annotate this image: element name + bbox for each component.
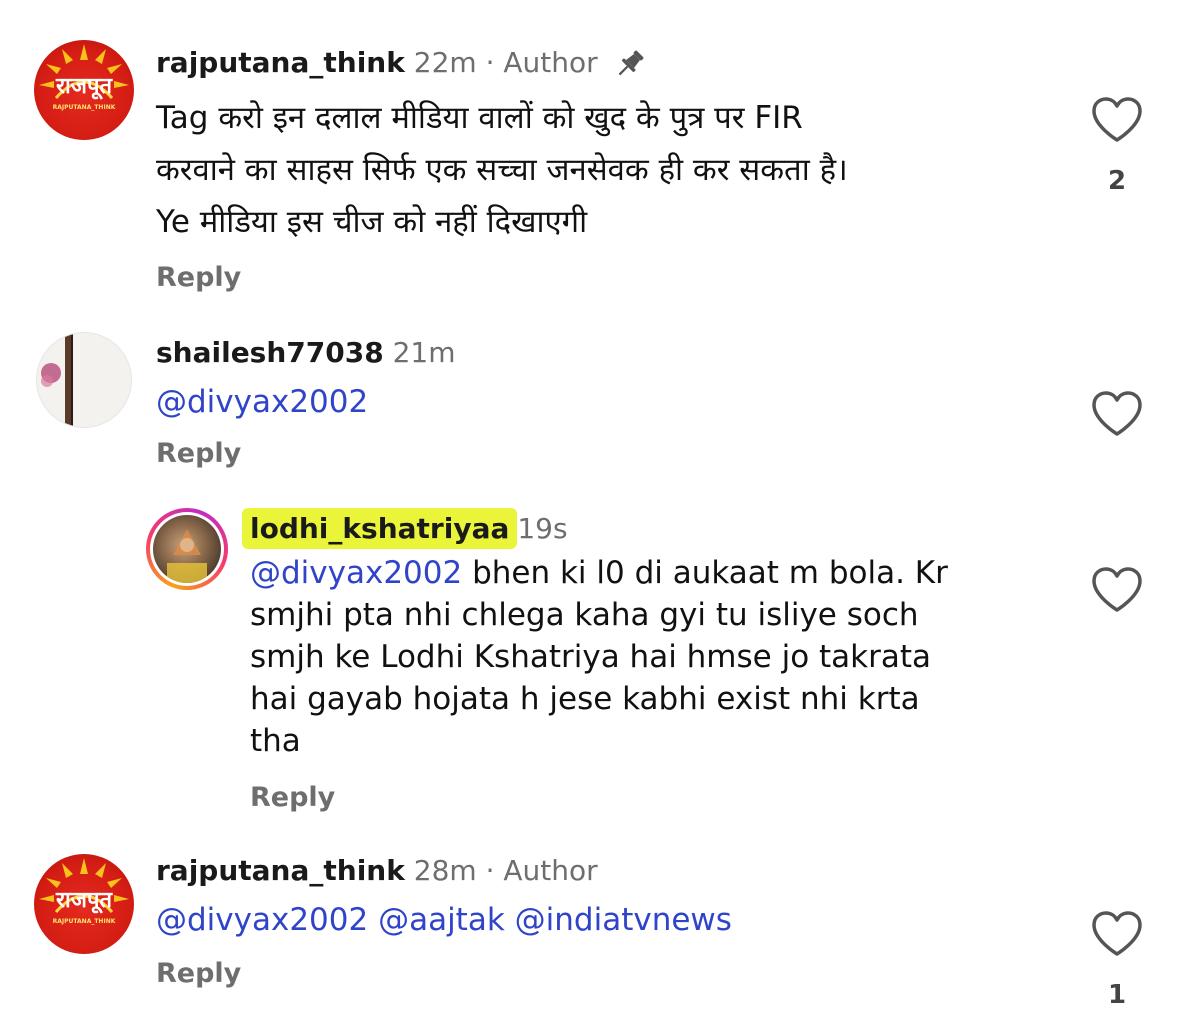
reply-button[interactable]: Reply	[156, 958, 241, 989]
comment-line: करवाने का साहस सिर्फ एक सच्चा जनसेवक ही …	[156, 152, 848, 188]
like-count: 1	[1107, 980, 1127, 1010]
avatar[interactable]: राजपूत RAJPUTANA_THINK	[34, 854, 134, 954]
like-count: 2	[1107, 166, 1127, 196]
heart-icon[interactable]	[1090, 910, 1144, 958]
comment-meta: rajputana_think 22m · Author	[156, 46, 647, 81]
mention-link[interactable]: @indiatvnews	[515, 902, 732, 938]
timestamp: 19s	[517, 512, 568, 545]
comment-line: smjh ke Lodhi Kshatriya hai hmse jo takr…	[250, 639, 932, 675]
comment-text: @divyax2002	[156, 376, 368, 428]
mention-link[interactable]: @divyax2002	[250, 555, 462, 591]
comment-shailesh: shailesh77038 21m @divyax2002 Reply	[0, 310, 1200, 490]
pin-icon	[618, 50, 644, 76]
comment-rajputana-1: राजपूत RAJPUTANA_THINK rajputana_think 2…	[0, 0, 1200, 310]
separator: ·	[485, 46, 495, 79]
brand-title: राजपूत	[55, 887, 113, 913]
comment-line: Ye मीडिया इस चीज को नहीं दिखाएगी	[156, 204, 588, 240]
mention-link[interactable]: @divyax2002	[156, 902, 368, 938]
comment-line: @divyax2002 bhen ki l0 di aukaat m bola.…	[250, 555, 948, 591]
avatar[interactable]	[36, 332, 132, 428]
author-badge: Author	[503, 46, 598, 79]
comment-text: @divyax2002 @aajtak @indiatvnews	[156, 894, 732, 946]
author-badge: Author	[503, 854, 598, 887]
brand-title: राजपूत	[55, 73, 113, 99]
avatar[interactable]	[146, 508, 228, 590]
comment-line: smjhi pta nhi chlega kaha gyi tu isliye …	[250, 597, 919, 633]
username[interactable]: lodhi_kshatriyaa	[242, 508, 518, 549]
heart-icon[interactable]	[1090, 96, 1144, 144]
separator: ·	[485, 854, 495, 887]
comment-meta: rajputana_think 28m · Author	[156, 854, 598, 888]
comment-rajputana-2: राजपूत RAJPUTANA_THINK rajputana_think 2…	[0, 840, 1200, 1020]
username[interactable]: rajputana_think	[156, 854, 405, 887]
comment-meta: shailesh77038 21m	[156, 336, 456, 370]
comment-line: Tag करो इन दलाल मीडिया वालों को खुद के प…	[156, 100, 803, 136]
comment-meta: lodhi_kshatriyaa 19s	[242, 508, 568, 549]
avatar-photo	[41, 333, 73, 427]
mention-link[interactable]: @divyax2002	[156, 384, 368, 420]
avatar[interactable]: राजपूत RAJPUTANA_THINK	[34, 40, 134, 140]
avatar-photo	[153, 515, 221, 583]
reply-button[interactable]: Reply	[250, 782, 335, 813]
heart-icon[interactable]	[1090, 566, 1144, 614]
comment-line: hai gayab hojata h jese kabhi exist nhi …	[250, 681, 920, 717]
username[interactable]: shailesh77038	[156, 336, 384, 369]
mention-link[interactable]: @aajtak	[378, 902, 505, 938]
brand-subtitle: RAJPUTANA_THINK	[52, 104, 116, 111]
comment-line: tha	[250, 723, 301, 759]
reply-button[interactable]: Reply	[156, 262, 241, 293]
reply-button[interactable]: Reply	[156, 438, 241, 469]
timestamp: 21m	[392, 336, 456, 369]
timestamp: 28m	[413, 854, 477, 887]
comments-list: राजपूत RAJPUTANA_THINK rajputana_think 2…	[0, 0, 1200, 1020]
timestamp: 22m	[413, 46, 477, 79]
username[interactable]: rajputana_think	[156, 46, 405, 79]
comment-text: Tag करो इन दलाल मीडिया वालों को खुद के प…	[156, 92, 848, 248]
comment-lodhi: lodhi_kshatriyaa 19s @divyax2002 bhen ki …	[0, 490, 1200, 840]
comment-text: @divyax2002 bhen ki l0 di aukaat m bola.…	[250, 552, 948, 762]
heart-icon[interactable]	[1090, 390, 1144, 438]
brand-subtitle: RAJPUTANA_THINK	[52, 918, 116, 925]
